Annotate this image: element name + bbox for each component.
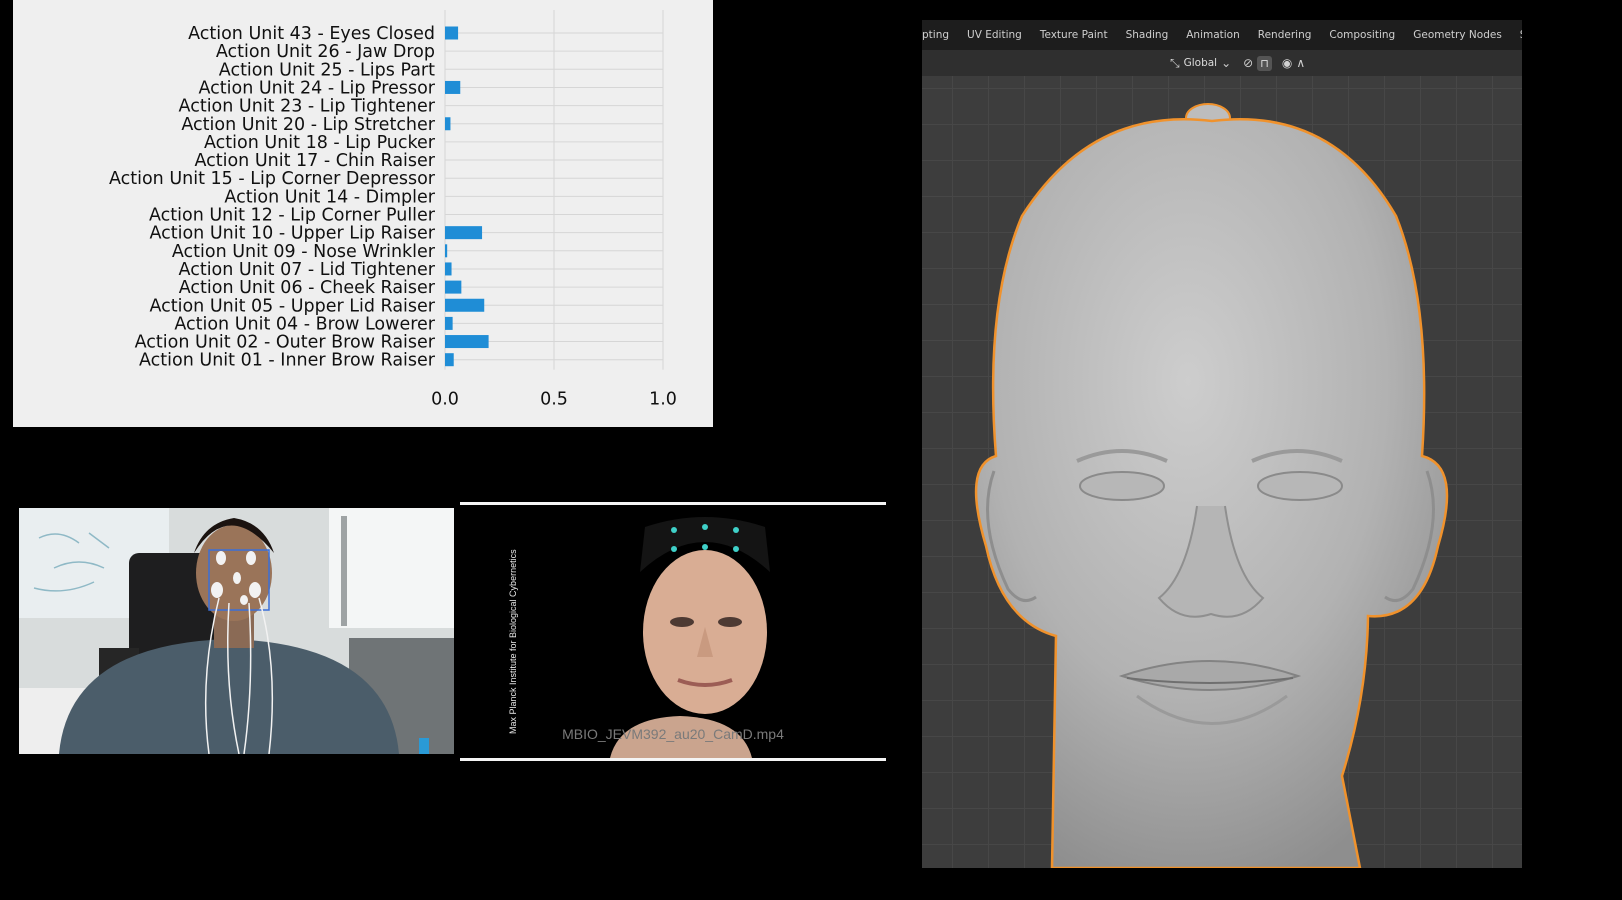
category-label: Action Unit 01 - Inner Brow Raiser [139, 351, 436, 371]
3d-viewport[interactable] [922, 76, 1522, 868]
category-label: Action Unit 23 - Lip Tightener [179, 97, 436, 117]
institute-credit: Max Planck Institute for Biological Cybe… [508, 549, 518, 734]
category-label: Action Unit 14 - Dimpler [224, 187, 435, 207]
webcam-feed [19, 508, 454, 754]
category-label: Action Unit 26 - Jaw Drop [216, 42, 435, 62]
bar [445, 117, 451, 131]
snap-icon[interactable]: ⊓ [1257, 55, 1272, 71]
proportional-edit-icon[interactable]: ◉ [1282, 56, 1292, 70]
left-eye [1079, 471, 1165, 501]
category-label: Action Unit 17 - Chin Raiser [194, 151, 435, 171]
tab-shading[interactable]: Shading [1117, 29, 1178, 41]
bar [445, 335, 489, 349]
bar [445, 244, 448, 258]
tab-texture-paint[interactable]: Texture Paint [1031, 29, 1117, 41]
category-label: Action Unit 18 - Lip Pucker [204, 133, 436, 153]
bar [445, 80, 461, 94]
header-tools: ⤡ Global ⌄ ⊘ ⊓ ◉ ∧ [1170, 54, 1305, 72]
tab-layout-partial[interactable]: pting [922, 29, 958, 41]
tab-animation[interactable]: Animation [1177, 29, 1249, 41]
head-model[interactable] [922, 76, 1522, 868]
stimulus-video: MBIO_JEVM392_au20_CamD.mp4 Max Planck In… [460, 502, 886, 761]
transform-orientation-icon[interactable]: ⤡ [1170, 56, 1180, 71]
category-label: Action Unit 20 - Lip Stretcher [181, 115, 435, 135]
category-label: Action Unit 12 - Lip Corner Puller [149, 206, 436, 226]
workspace-tabs: pting UV Editing Texture Paint Shading A… [922, 20, 1522, 50]
tab-uv-editing[interactable]: UV Editing [958, 29, 1031, 41]
bar [445, 353, 454, 367]
transform-orientation-select[interactable]: Global [1184, 57, 1218, 69]
category-label: Action Unit 04 - Brow Lowerer [174, 314, 435, 334]
stimulus-frame [460, 505, 886, 758]
bar [445, 298, 485, 312]
x-tick-label: 1.0 [649, 390, 677, 410]
tab-compositing[interactable]: Compositing [1320, 29, 1404, 41]
head-silhouette [974, 117, 1449, 868]
tab-geometry-nodes[interactable]: Geometry Nodes [1404, 29, 1511, 41]
category-label: Action Unit 25 - Lips Part [219, 60, 435, 80]
chevron-down-icon[interactable]: ⌄ [1221, 56, 1231, 70]
category-label: Action Unit 07 - Lid Tightener [179, 260, 436, 280]
right-eye [1257, 471, 1343, 501]
x-tick-label: 0.5 [540, 390, 568, 410]
blender-window: pting UV Editing Texture Paint Shading A… [922, 20, 1522, 868]
action-unit-bar-chart: Action Unit 43 - Eyes ClosedAction Unit … [109, 10, 677, 410]
category-label: Action Unit 05 - Upper Lid Raiser [149, 296, 435, 316]
pivot-icon[interactable]: ⊘ [1243, 56, 1253, 70]
category-label: Action Unit 09 - Nose Wrinkler [172, 242, 436, 262]
window [329, 508, 454, 628]
tab-rendering[interactable]: Rendering [1249, 29, 1321, 41]
x-tick-label: 0.0 [431, 390, 459, 410]
bar [445, 26, 459, 40]
video-filename: MBIO_JEVM392_au20_CamD.mp4 [562, 726, 784, 742]
falloff-icon[interactable]: ∧ [1296, 56, 1305, 70]
category-label: Action Unit 43 - Eyes Closed [188, 24, 435, 44]
tab-scripting[interactable]: Scripting [1511, 29, 1522, 41]
category-label: Action Unit 15 - Lip Corner Depressor [109, 169, 436, 189]
bar [445, 226, 483, 240]
bar [445, 280, 462, 294]
viewport-header: ⤡ Global ⌄ ⊘ ⊓ ◉ ∧ [922, 50, 1522, 76]
category-label: Action Unit 10 - Upper Lip Raiser [149, 224, 435, 244]
bar [445, 262, 452, 276]
bar [445, 316, 453, 330]
category-label: Action Unit 06 - Cheek Raiser [179, 278, 436, 298]
action-unit-chart: Action Unit 43 - Eyes Closed Action Unit … [13, 0, 713, 427]
category-label: Action Unit 02 - Outer Brow Raiser [135, 333, 436, 353]
webcam-image [19, 508, 454, 754]
category-label: Action Unit 24 - Lip Pressor [198, 78, 435, 98]
bottom-rule [460, 758, 886, 761]
top-rule [460, 502, 886, 505]
